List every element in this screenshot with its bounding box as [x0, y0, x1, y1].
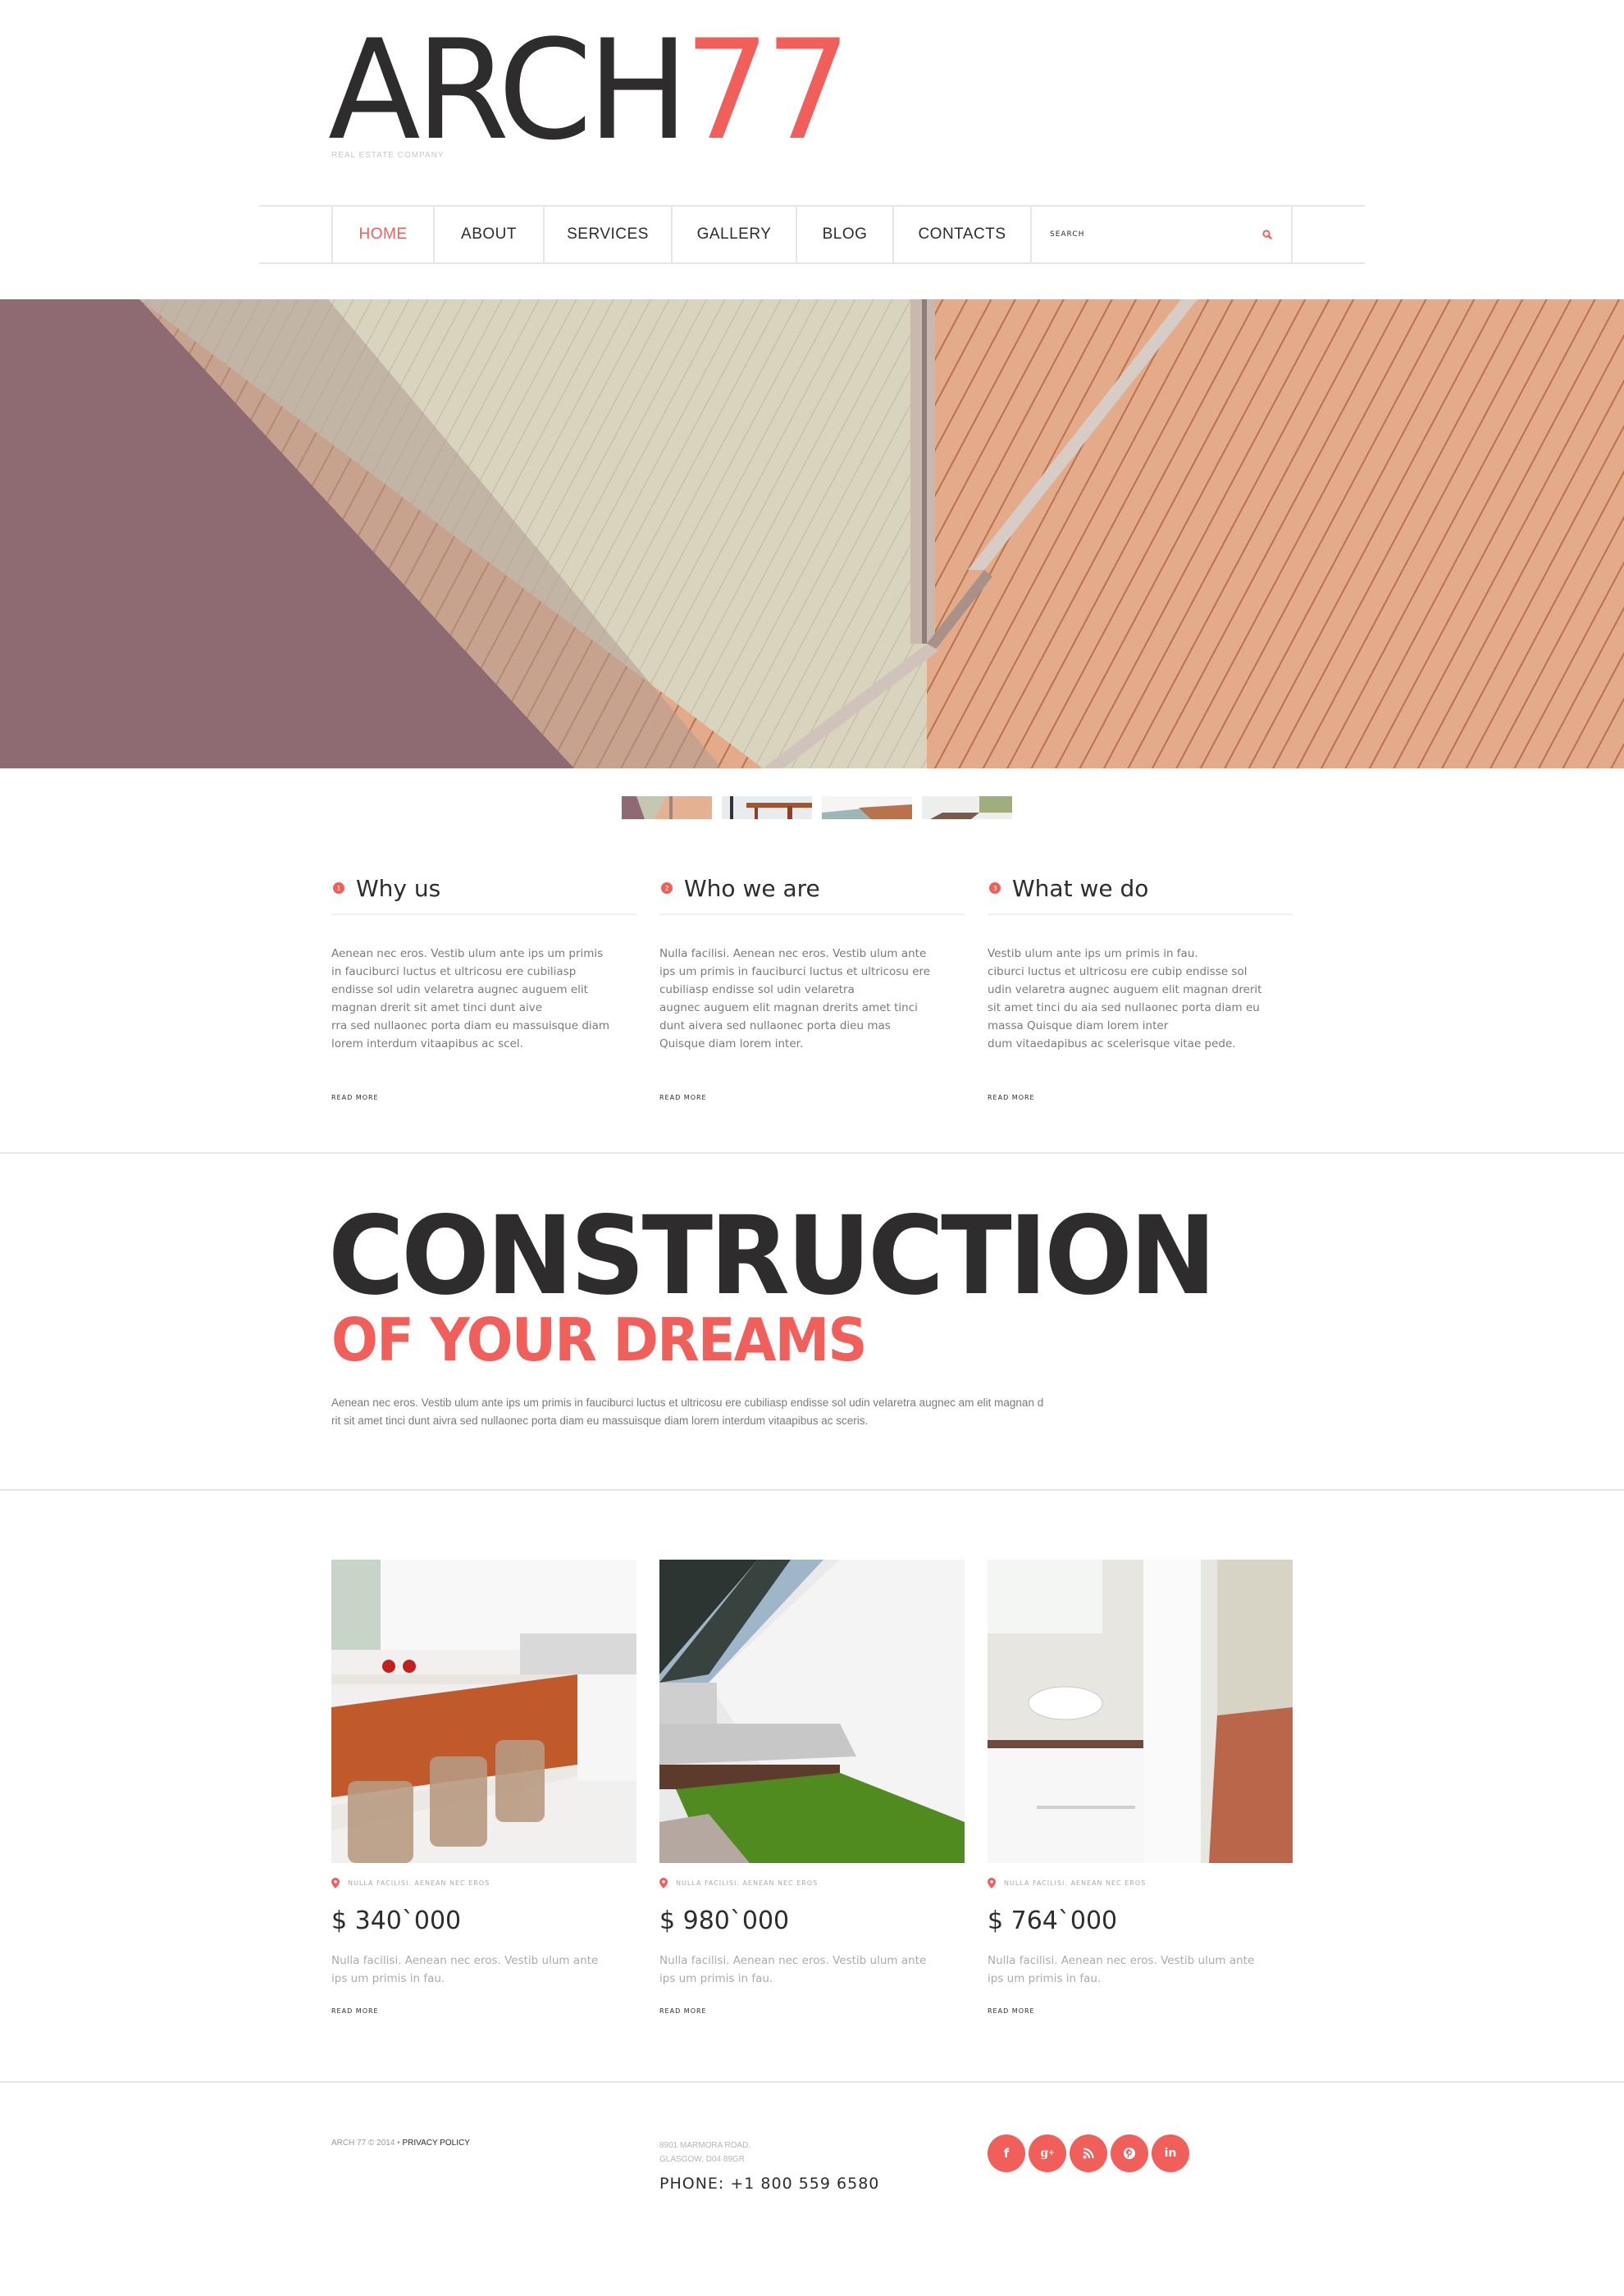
main-nav: HOME ABOUT SERVICES GALLERY BLOG CONTACT…	[259, 205, 1365, 264]
google-plus-icon[interactable]: g +	[1029, 2134, 1066, 2172]
property-card: NULLA FACILISI. AENEAN NEC EROS $ 340`00…	[331, 1560, 636, 2016]
location-pin-icon	[988, 1878, 996, 1888]
search-input[interactable]	[1050, 230, 1214, 239]
property-image-kitchen[interactable]	[331, 1560, 636, 1863]
property-price: $ 340`000	[331, 1906, 462, 1935]
slider-thumbnails	[622, 796, 1012, 819]
property-card: NULLA FACILISI. AENEAN NEC EROS $ 764`00…	[988, 1560, 1293, 2016]
nav-contacts[interactable]: CONTACTS	[892, 207, 1030, 262]
slider-thumb-2[interactable]	[722, 796, 812, 819]
privacy-policy-link[interactable]: PRIVACY POLICY	[402, 2139, 469, 2148]
nav-blog[interactable]: BLOG	[796, 207, 892, 262]
feature-why-us: 1 Why us Aenean nec eros. Vestib ulum an…	[331, 871, 636, 1103]
nav-home[interactable]: HOME	[331, 207, 433, 262]
hero-slider-image	[0, 299, 1624, 768]
facebook-icon[interactable]: f	[988, 2134, 1025, 2172]
section-divider	[0, 1152, 1624, 1154]
promo-subtitle: OF YOUR DREAMS	[331, 1305, 868, 1374]
property-location: NULLA FACILISI. AENEAN NEC EROS	[348, 1879, 490, 1887]
logo-number: 77	[684, 10, 851, 171]
number-badge: 1	[333, 882, 344, 894]
social-links: f g + in	[988, 2134, 1189, 2172]
rss-icon[interactable]	[1070, 2134, 1107, 2172]
read-more-link[interactable]: READ MORE	[988, 2007, 1035, 2015]
slider-thumb-4[interactable]	[922, 796, 1012, 819]
linkedin-icon[interactable]: in	[1152, 2134, 1189, 2172]
feature-title: Why us	[356, 874, 441, 902]
pinterest-icon[interactable]	[1111, 2134, 1148, 2172]
property-description: Nulla facilisi. Aenean nec eros. Vestib …	[659, 1954, 927, 1985]
feature-who-we-are: 2 Who we are Nulla facilisi. Aenean nec …	[659, 871, 965, 1103]
feature-title: What we do	[1012, 874, 1149, 902]
logo-name: ARCH	[328, 10, 689, 171]
slider-thumb-1[interactable]	[622, 796, 712, 819]
nav-gallery[interactable]: GALLERY	[671, 207, 796, 262]
search-box	[1030, 207, 1293, 262]
read-more-link[interactable]: READ MORE	[659, 2007, 707, 2015]
location-pin-icon	[331, 1878, 340, 1888]
feature-text: Nulla facilisi. Aenean nec eros. Vestib …	[659, 947, 931, 1050]
read-more-link[interactable]: READ MORE	[988, 1094, 1035, 1101]
tagline: REAL ESTATE COMPANY	[331, 151, 445, 160]
property-description: Nulla facilisi. Aenean nec eros. Vestib …	[988, 1954, 1255, 1985]
footer-divider	[0, 2081, 1624, 2083]
promo-text: Aenean nec eros. Vestib ulum ante ips um…	[331, 1396, 1044, 1427]
property-price: $ 980`000	[659, 1906, 790, 1935]
property-image-bathroom[interactable]	[988, 1560, 1293, 1863]
location-pin-icon	[659, 1878, 668, 1888]
footer-phone: PHONE: +1 800 559 6580	[659, 2175, 880, 2193]
property-description: Nulla facilisi. Aenean nec eros. Vestib …	[331, 1954, 599, 1985]
property-card: NULLA FACILISI. AENEAN NEC EROS $ 980`00…	[659, 1560, 965, 2016]
number-badge: 3	[989, 882, 1001, 894]
feature-what-we-do: 3 What we do Vestib ulum ante ips um pri…	[988, 871, 1293, 1103]
read-more-link[interactable]: READ MORE	[331, 1094, 379, 1101]
promo-title: CONSTRUCTION	[328, 1193, 1216, 1319]
site-logo[interactable]: ARCH77	[328, 21, 851, 159]
read-more-link[interactable]: READ MORE	[331, 2007, 379, 2015]
property-location: NULLA FACILISI. AENEAN NEC EROS	[676, 1879, 819, 1887]
property-image-courtyard[interactable]	[659, 1560, 965, 1863]
search-icon[interactable]	[1261, 229, 1273, 240]
footer-address: 8901 MARMORA ROAD, GLASGOW, D04 89GR	[659, 2141, 751, 2164]
property-location: NULLA FACILISI. AENEAN NEC EROS	[1004, 1879, 1147, 1887]
feature-text: Vestib ulum ante ips um primis in fau. c…	[988, 947, 1262, 1050]
read-more-link[interactable]: READ MORE	[659, 1094, 707, 1101]
slider-thumb-3[interactable]	[822, 796, 912, 819]
section-divider	[0, 1489, 1624, 1491]
feature-text: Aenean nec eros. Vestib ulum ante ips um…	[331, 947, 610, 1050]
feature-title: Who we are	[684, 874, 820, 902]
copyright-text: ARCH 77 © 2014 •	[331, 2139, 403, 2148]
copyright: ARCH 77 © 2014 • PRIVACY POLICY	[331, 2139, 470, 2148]
nav-services[interactable]: SERVICES	[543, 207, 671, 262]
property-price: $ 764`000	[988, 1906, 1118, 1935]
number-badge: 2	[661, 882, 673, 894]
nav-about[interactable]: ABOUT	[433, 207, 543, 262]
